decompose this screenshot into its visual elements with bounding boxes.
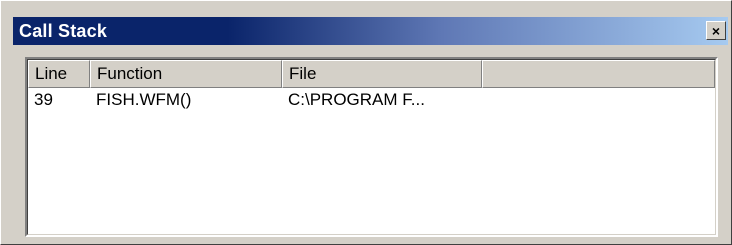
cell-file: C:\PROGRAM F... <box>288 90 425 109</box>
window-title: Call Stack <box>19 20 108 41</box>
call-stack-window: Call Stack × Line Function File 39 FISH.… <box>0 0 732 245</box>
table-row[interactable]: 39 FISH.WFM() C:\PROGRAM F... <box>28 88 715 112</box>
cell-function: FISH.WFM() <box>96 90 192 109</box>
call-stack-list[interactable]: Line Function File 39 FISH.WFM() C:\PROG… <box>25 57 718 237</box>
cell-line: 39 <box>34 90 53 109</box>
close-icon: × <box>711 22 721 39</box>
rows-container: 39 FISH.WFM() C:\PROGRAM F... <box>28 88 715 112</box>
column-header-file[interactable]: File <box>282 60 482 88</box>
title-bar[interactable]: Call Stack × <box>13 17 728 45</box>
column-header-function[interactable]: Function <box>90 60 282 88</box>
list-border: Line Function File 39 FISH.WFM() C:\PROG… <box>27 59 716 235</box>
close-button[interactable]: × <box>706 21 726 40</box>
column-header-line[interactable]: Line <box>28 60 90 88</box>
column-header-row: Line Function File <box>28 60 715 88</box>
column-header-filler <box>482 60 715 88</box>
